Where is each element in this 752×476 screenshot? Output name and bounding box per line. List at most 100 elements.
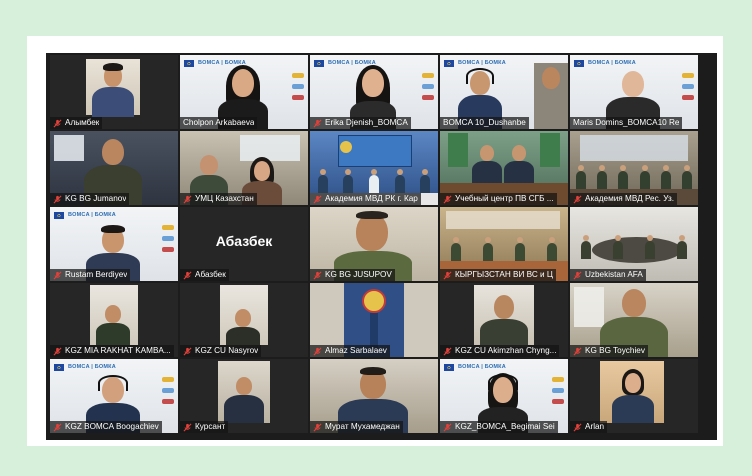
microphone-muted-icon <box>53 347 62 355</box>
participant-tile[interactable]: KG BG Jumanov <box>50 131 178 205</box>
participant-name-bar: УМЦ Казахстан <box>180 193 257 205</box>
bomca-banner: BOMCA | БОМКА <box>570 55 698 71</box>
microphone-muted-icon <box>313 271 322 279</box>
participant-tile[interactable]: Курсант <box>180 359 308 433</box>
participant-name-bar: Erika Djenish_BOMCA <box>310 117 411 129</box>
partner-logos <box>292 73 304 100</box>
microphone-muted-icon <box>313 423 322 431</box>
partner-logos <box>162 225 174 252</box>
participant-name: КЫРГЫЗСТАН ВИ ВС и Ц <box>455 270 553 279</box>
participant-name: KGZ CU Nasyrov <box>195 346 259 355</box>
eu-flag-icon <box>54 363 64 371</box>
participant-tile[interactable]: Мурат Мухамеджан <box>310 359 438 433</box>
participant-name-bar: Абазбек <box>180 269 229 281</box>
bomca-logo: BOMCA | БОМКА <box>68 364 116 370</box>
participant-tile-active-speaker[interactable]: BOMCA | БОМКА BOMCA 10_Dushanbe <box>440 55 568 129</box>
participant-name: KG BG Toychiev <box>585 346 645 355</box>
microphone-muted-icon <box>313 119 322 127</box>
eu-flag-icon <box>574 59 584 67</box>
eu-flag-icon <box>184 59 194 67</box>
participant-name-bar: Almaz Sarbalaev <box>310 345 390 357</box>
participant-name-bar: KG BG JUSUPOV <box>310 269 395 281</box>
microphone-muted-icon <box>573 347 582 355</box>
microphone-muted-icon <box>573 423 582 431</box>
participant-name: Мурат Мухамеджан <box>325 422 400 431</box>
participant-tile[interactable]: Алымбек <box>50 55 178 129</box>
participant-name: Erika Djenish_BOMCA <box>325 118 408 127</box>
microphone-muted-icon <box>53 195 62 203</box>
bomca-logo: BOMCA | БОМКА <box>458 364 506 370</box>
participant-name: Maris Domins_BOMCA10 Re <box>573 118 680 127</box>
partner-logos <box>552 377 564 404</box>
participant-name-bar: Maris Domins_BOMCA10 Re <box>570 117 683 129</box>
eu-flag-icon <box>54 211 64 219</box>
participant-tile[interactable]: BOMCA | БОМКА Cholpon Arkabaeva <box>180 55 308 129</box>
eu-flag-icon <box>314 59 324 67</box>
partner-logos <box>422 73 434 100</box>
participant-tile[interactable]: BOMCA | БОМКА Erika Djenish_BOMCA <box>310 55 438 129</box>
participant-tile-video-off[interactable]: Абазбек Абазбек <box>180 207 308 281</box>
participant-name: KG BG JUSUPOV <box>325 270 392 279</box>
participant-tile[interactable]: BOMCA | БОМКА Rustam Berdiyev <box>50 207 178 281</box>
participant-tile[interactable]: Arlan <box>570 359 698 433</box>
participant-name-bar: KGZ BOMCA Boogachiev <box>50 421 162 433</box>
bomca-logo: BOMCA | БОМКА <box>458 60 506 66</box>
participant-tile[interactable]: BOMCA | БОМКА KGZ_BOMCA_Begimai Sei <box>440 359 568 433</box>
video-gallery: Алымбек BOMCA | БОМКА Cholpon Arkabaeva … <box>46 53 717 440</box>
microphone-muted-icon <box>183 347 192 355</box>
participant-name-bar: BOMCA 10_Dushanbe <box>440 117 529 129</box>
participant-tile[interactable]: KG BG Toychiev <box>570 283 698 357</box>
participant-tile[interactable]: Академия МВД Рес. Уз. <box>570 131 698 205</box>
participant-tile[interactable]: BOMCA | БОМКА Maris Domins_BOMCA10 Re <box>570 55 698 129</box>
microphone-muted-icon <box>53 423 62 431</box>
participant-tile[interactable]: Учебный центр ПВ СГБ ... <box>440 131 568 205</box>
participant-name: Академия МВД РК г. Кар <box>325 194 418 203</box>
participant-name: Абазбек <box>195 270 226 279</box>
participant-name: KG BG Jumanov <box>65 194 127 203</box>
participant-name-bar: КЫРГЫЗСТАН ВИ ВС и Ц <box>440 269 556 281</box>
participant-name: KGZ CU Akimzhan Chyng... <box>455 346 557 355</box>
participant-name: KGZ_BOMCA_Begimai Sei <box>455 422 555 431</box>
participant-display-name: Абазбек <box>215 233 273 249</box>
participant-tile[interactable]: Uzbekistan AFA <box>570 207 698 281</box>
microphone-muted-icon <box>183 195 192 203</box>
participant-name-bar: KG BG Toychiev <box>570 345 648 357</box>
microphone-muted-icon <box>313 195 322 203</box>
participant-tile[interactable]: KG BG JUSUPOV <box>310 207 438 281</box>
participant-name: УМЦ Казахстан <box>195 194 254 203</box>
participant-name-bar: Arlan <box>570 421 608 433</box>
participant-name-bar: Алымбек <box>50 117 103 129</box>
participant-name-bar: Курсант <box>180 421 229 433</box>
participant-name: Академия МВД Рес. Уз. <box>585 194 675 203</box>
microphone-muted-icon <box>53 119 62 127</box>
participant-name-bar: Академия МВД РК г. Кар <box>310 193 421 205</box>
participant-name: KGZ MIA RAKHAT KAMBA... <box>65 346 171 355</box>
participant-name: Almaz Sarbalaev <box>325 346 387 355</box>
participant-name-bar: Rustam Berdiyev <box>50 269 131 281</box>
participant-tile[interactable]: KGZ MIA RAKHAT KAMBA... <box>50 283 178 357</box>
participant-name: Arlan <box>585 422 605 431</box>
participant-tile[interactable]: КЫРГЫЗСТАН ВИ ВС и Ц <box>440 207 568 281</box>
participant-name-bar: Мурат Мухамеджан <box>310 421 403 433</box>
bomca-banner: BOMCA | БОМКА <box>50 359 178 375</box>
participant-name: BOMCA 10_Dushanbe <box>443 118 526 127</box>
partner-logos <box>682 73 694 100</box>
participant-tile[interactable]: BOMCA | БОМКА KGZ BOMCA Boogachiev <box>50 359 178 433</box>
participant-name-bar: KGZ CU Nasyrov <box>180 345 262 357</box>
participant-name: Учебный центр ПВ СГБ ... <box>455 194 554 203</box>
participant-name-bar: KGZ MIA RAKHAT KAMBA... <box>50 345 174 357</box>
participant-name: Uzbekistan AFA <box>585 270 643 279</box>
participant-tile[interactable]: KGZ CU Nasyrov <box>180 283 308 357</box>
participant-tile[interactable]: KGZ CU Akimzhan Chyng... <box>440 283 568 357</box>
participant-name: KGZ BOMCA Boogachiev <box>65 422 159 431</box>
participant-tile[interactable]: УМЦ Казахстан <box>180 131 308 205</box>
participant-name-bar: KG BG Jumanov <box>50 193 130 205</box>
microphone-muted-icon <box>53 271 62 279</box>
participant-tile[interactable]: Академия МВД РК г. Кар <box>310 131 438 205</box>
participant-name: Курсант <box>195 422 226 431</box>
microphone-muted-icon <box>183 423 192 431</box>
microphone-muted-icon <box>573 271 582 279</box>
participant-tile[interactable]: Almaz Sarbalaev <box>310 283 438 357</box>
microphone-muted-icon <box>443 195 452 203</box>
participant-name: Алымбек <box>65 118 100 127</box>
